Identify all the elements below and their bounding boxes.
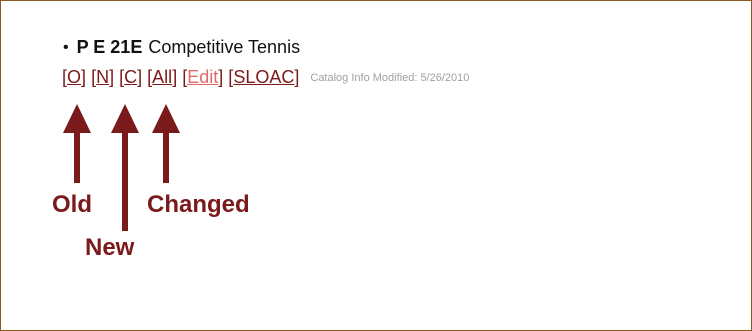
new-annotation: New <box>85 234 135 261</box>
page-frame: • P E 21E Competitive Tennis [O] [N] [C] [… <box>0 0 752 331</box>
annotation-arrows <box>63 104 180 231</box>
old-annotation: Old <box>52 191 92 218</box>
changed-arrow <box>152 104 180 183</box>
new-arrow <box>111 104 139 231</box>
changed-annotation: Changed <box>147 191 250 218</box>
old-arrow <box>63 104 91 183</box>
